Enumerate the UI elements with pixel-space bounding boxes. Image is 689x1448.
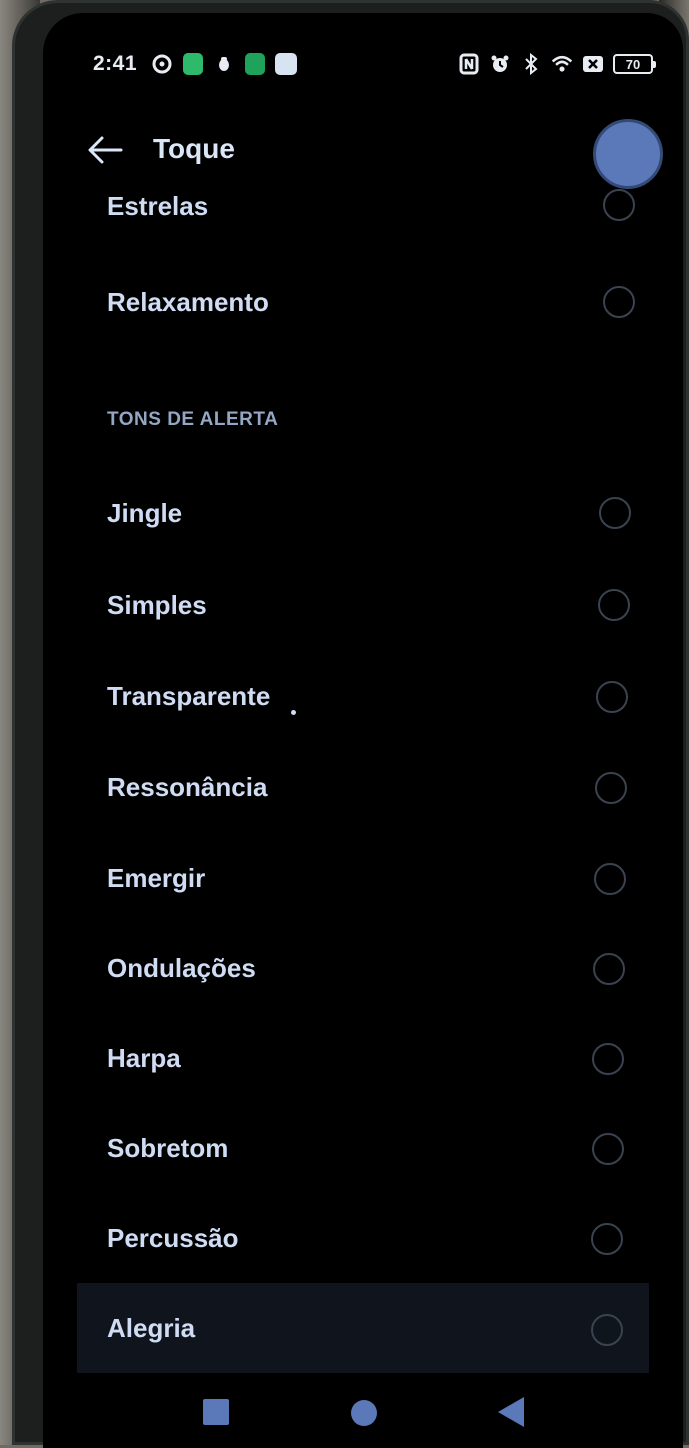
section-header-alert-tones: TONS DE ALERTA xyxy=(107,409,279,430)
sim-off-icon xyxy=(582,53,604,75)
radio-button[interactable] xyxy=(594,863,626,895)
grid-app-icon xyxy=(182,53,204,75)
radio-button[interactable] xyxy=(592,1043,624,1075)
radio-button[interactable] xyxy=(599,497,631,529)
phone-frame: 2:41 70 Toque Estrelas Relaxamento TONS … xyxy=(12,0,689,1448)
list-item-label: Jingle xyxy=(107,497,183,528)
alarm-icon xyxy=(489,53,511,75)
list-item-label: Estrelas xyxy=(107,190,209,221)
back-nav-button[interactable] xyxy=(498,1397,524,1427)
list-item-label: Harpa xyxy=(107,1042,181,1073)
list-item-emergir[interactable]: Emergir xyxy=(43,833,683,923)
list-item-sobretom[interactable]: Sobretom xyxy=(43,1103,683,1193)
list-item-harpa[interactable]: Harpa xyxy=(43,1013,683,1103)
list-item-label: Relaxamento xyxy=(107,286,269,317)
list-item-label: Percussão xyxy=(107,1222,239,1253)
wifi-icon xyxy=(551,53,573,75)
list-item-label: Emergir xyxy=(107,862,206,893)
list-item-label: Ondulações xyxy=(107,952,256,983)
status-time: 2:41 xyxy=(93,52,138,75)
list-item-label: Transparente xyxy=(107,680,271,711)
battery-icon: 70 xyxy=(613,54,656,74)
message-icon xyxy=(275,53,297,75)
cursor-dot xyxy=(291,710,296,715)
list-item-jingle[interactable]: Jingle xyxy=(43,468,683,558)
list-item-relaxamento[interactable]: Relaxamento xyxy=(43,257,683,347)
list-item-estrelas[interactable]: Estrelas xyxy=(43,161,683,251)
radio-button[interactable] xyxy=(603,189,635,221)
status-bar: 2:41 70 xyxy=(43,49,683,85)
recent-apps-button[interactable] xyxy=(203,1399,229,1425)
radio-button[interactable] xyxy=(591,1223,623,1255)
floating-button[interactable] xyxy=(593,119,663,189)
app-icon xyxy=(244,53,266,75)
settings-icon xyxy=(151,53,173,75)
radio-button[interactable] xyxy=(598,589,630,621)
list-item-ondulacoes[interactable]: Ondulações xyxy=(43,923,683,1013)
home-button[interactable] xyxy=(351,1400,377,1426)
radio-button[interactable] xyxy=(603,286,635,318)
bluetooth-icon xyxy=(520,53,542,75)
radio-button[interactable] xyxy=(592,1133,624,1165)
list-item-label: Alegria xyxy=(107,1312,196,1343)
list-item-percussao[interactable]: Percussão xyxy=(43,1193,683,1283)
list-item-ressonancia[interactable]: Ressonância xyxy=(43,742,683,832)
radio-button[interactable] xyxy=(591,1314,623,1346)
radio-button[interactable] xyxy=(596,681,628,713)
nfc-icon xyxy=(458,53,480,75)
list-item-label: Sobretom xyxy=(107,1132,229,1163)
screen: 2:41 70 Toque Estrelas Relaxamento TONS … xyxy=(43,13,683,1448)
status-icons-right: 70 xyxy=(458,53,656,75)
list-item-label: Ressonância xyxy=(107,771,268,802)
bug-icon xyxy=(213,53,235,75)
list-item-transparente[interactable]: Transparente xyxy=(43,651,683,741)
list-item-label: Simples xyxy=(107,589,207,620)
navigation-bar xyxy=(43,1383,683,1448)
radio-button[interactable] xyxy=(593,953,625,985)
list-item-alegria[interactable]: Alegria xyxy=(43,1283,683,1373)
radio-button[interactable] xyxy=(595,772,627,804)
status-icons-left xyxy=(151,53,297,75)
list-item-simples[interactable]: Simples xyxy=(43,560,683,650)
